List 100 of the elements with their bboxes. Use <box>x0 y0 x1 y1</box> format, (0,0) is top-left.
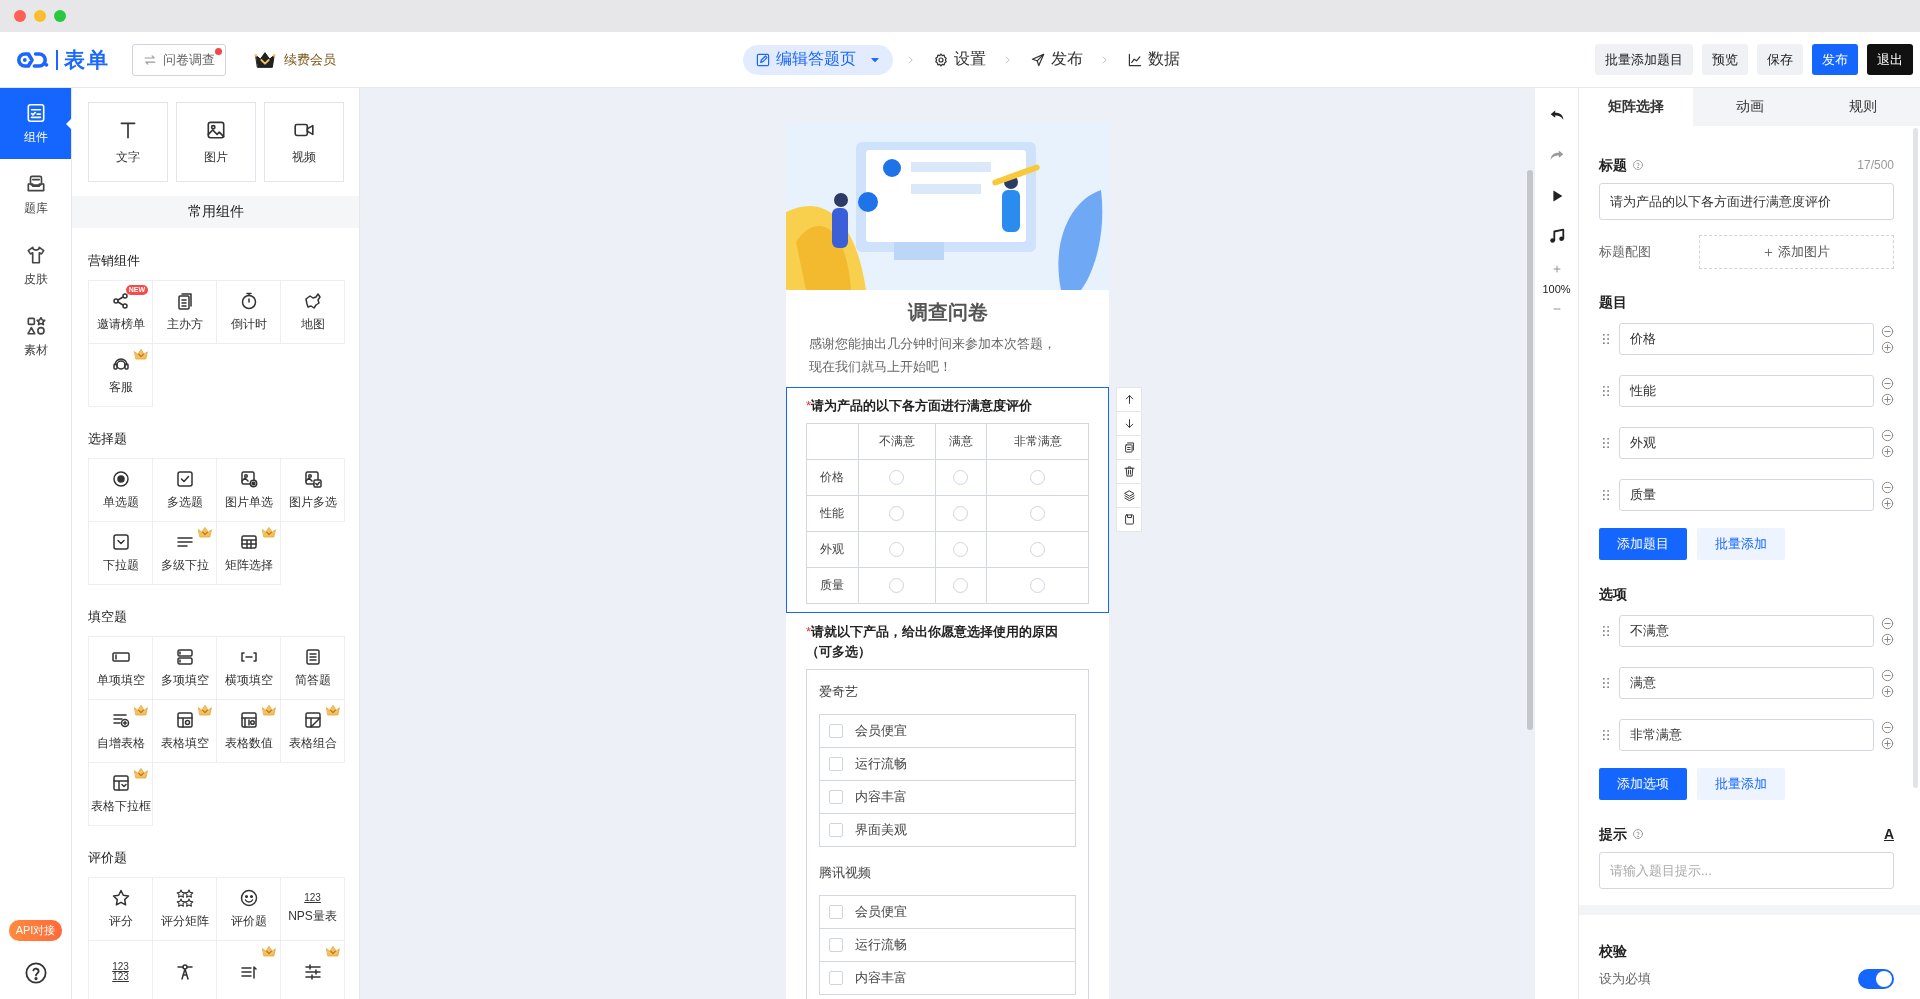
component-tile[interactable]: 简答题 <box>280 636 345 700</box>
close-button[interactable] <box>14 10 26 22</box>
toolbar-button[interactable]: 批量添加题目 <box>1595 44 1693 75</box>
step-tab[interactable]: 数据 <box>1123 44 1184 75</box>
batch-add-button[interactable]: 批量添加 <box>1697 768 1785 800</box>
checkbox-option[interactable]: 内容丰富 <box>820 961 1075 994</box>
table-icon <box>238 710 259 730</box>
component-tile[interactable]: 文字 <box>88 102 168 182</box>
checkbox[interactable] <box>829 823 843 837</box>
scrollbar[interactable] <box>1913 128 1918 788</box>
batch-add-button[interactable]: 批量添加 <box>1697 528 1785 560</box>
text-input[interactable]: 性能 <box>1619 375 1874 407</box>
table-icon <box>174 710 195 730</box>
question-card[interactable]: *请就以下产品，给出你愿意选择使用的原因（可多选） 爱奇艺 会员便宜 运行流畅 内容丰富 界面美观 腾讯视频 会员便宜 运行流畅 内容丰富 <box>786 613 1109 999</box>
component-tile[interactable]: 123 NPS量表 <box>280 877 345 941</box>
minus-circle-icon[interactable] <box>1881 376 1894 390</box>
toggle-label: 设为必填 <box>1599 970 1651 988</box>
checkbox[interactable] <box>829 724 843 738</box>
minus-circle-icon[interactable] <box>1881 428 1894 442</box>
tool-button[interactable] <box>1116 507 1142 532</box>
step-tab[interactable]: 设置 <box>929 44 990 75</box>
tool-button[interactable] <box>1116 387 1142 412</box>
tool-button[interactable] <box>1116 435 1142 460</box>
member-link[interactable]: 续费会员 <box>254 48 336 71</box>
step-tab[interactable]: 编辑答题页 <box>743 44 893 75</box>
checkbox-option[interactable]: 界面美观 <box>820 813 1075 846</box>
plus-circle-icon[interactable] <box>1881 632 1894 646</box>
plus-circle-icon[interactable] <box>1881 684 1894 698</box>
checkbox[interactable] <box>829 757 843 771</box>
component-tile[interactable]: 表格组合 <box>280 699 345 763</box>
plus-circle-icon[interactable] <box>1881 392 1894 406</box>
double-input-icon <box>174 647 195 667</box>
component-tile[interactable]: 下拉题 <box>88 521 153 585</box>
text-input[interactable]: 外观 <box>1619 427 1874 459</box>
add-button[interactable]: 添加选项 <box>1599 768 1687 800</box>
component-tile[interactable]: 矩阵选择 <box>216 521 281 585</box>
tool-button[interactable] <box>1116 483 1142 508</box>
component-tile[interactable]: 主办方 <box>152 280 217 344</box>
checkbox[interactable] <box>829 790 843 804</box>
rail-item[interactable]: 题库 <box>0 159 71 230</box>
rail-item[interactable]: 素材 <box>0 301 71 372</box>
rail-item[interactable]: 皮肤 <box>0 230 71 301</box>
plus-circle-icon[interactable] <box>1881 444 1894 458</box>
plus-circle-icon[interactable] <box>1881 496 1894 510</box>
zoom-button[interactable] <box>54 10 66 22</box>
send-icon <box>1030 51 1046 68</box>
toolbar-button[interactable]: 保存 <box>1757 44 1803 75</box>
component-tile[interactable]: 倒计时 <box>216 280 281 344</box>
text-format-button[interactable]: A <box>1883 824 1894 844</box>
rail-item[interactable]: 组件 <box>0 88 71 159</box>
mode-switch-button[interactable]: 问卷调查 <box>132 43 226 76</box>
add-image-button[interactable]: 添加图片 <box>1699 235 1894 269</box>
title-input[interactable]: 请为产品的以下各方面进行满意度评价 <box>1599 183 1894 220</box>
exit-button[interactable]: 退出 <box>1867 44 1913 75</box>
tool-button[interactable] <box>1116 411 1142 436</box>
component-tile[interactable]: 单选题 <box>88 458 153 522</box>
component-tile[interactable]: 单项填空 <box>88 636 153 700</box>
plus-circle-icon[interactable] <box>1881 736 1894 750</box>
checkbox-option[interactable]: 运行流畅 <box>820 928 1075 961</box>
minus-circle-icon[interactable] <box>1881 480 1894 494</box>
step-tab[interactable]: 发布 <box>1026 44 1087 75</box>
component-tile[interactable]: 表格下拉框 <box>88 762 153 826</box>
toolbar-button[interactable]: 预览 <box>1702 44 1748 75</box>
text-input[interactable]: 满意 <box>1619 667 1874 699</box>
music-icon[interactable] <box>1547 227 1566 245</box>
text-input[interactable]: 不满意 <box>1619 615 1874 647</box>
row-header: 外观 <box>806 531 859 568</box>
help-icon[interactable] <box>23 961 48 985</box>
checkbox[interactable] <box>829 905 843 919</box>
component-tile[interactable]: 图片 <box>176 102 256 182</box>
zoom-level: 100% <box>1542 282 1571 296</box>
component-tile[interactable]: 客服 <box>88 343 153 407</box>
checkbox-option[interactable]: 会员便宜 <box>820 715 1075 747</box>
panel-tab[interactable]: 矩阵选择 <box>1579 88 1693 126</box>
checkbox[interactable] <box>829 938 843 952</box>
text-input[interactable]: 价格 <box>1619 323 1874 355</box>
component-tile[interactable]: 视频 <box>264 102 344 182</box>
gear-icon <box>933 51 949 68</box>
publish-button[interactable]: 发布 <box>1812 44 1858 75</box>
component-tile[interactable]: 评分 <box>88 877 153 941</box>
tool-button[interactable] <box>1116 459 1142 484</box>
checkbox-option[interactable]: 运行流畅 <box>820 747 1075 780</box>
minus-circle-icon[interactable] <box>1881 324 1894 338</box>
text-input[interactable]: 质量 <box>1619 479 1874 511</box>
plus-circle-icon[interactable] <box>1881 340 1894 354</box>
toggle-switch[interactable] <box>1858 969 1894 989</box>
radio-icon <box>110 469 131 489</box>
add-button[interactable]: 添加题目 <box>1599 528 1687 560</box>
minus-circle-icon[interactable] <box>1881 668 1894 682</box>
checkbox-option[interactable]: 会员便宜 <box>820 896 1075 928</box>
component-tile[interactable]: 地图 <box>280 280 345 344</box>
panel-tab[interactable]: 动画 <box>1692 88 1807 126</box>
checkbox[interactable] <box>829 971 843 985</box>
panel-tab[interactable]: 规则 <box>1806 88 1920 126</box>
checkbox-option[interactable]: 内容丰富 <box>820 780 1075 813</box>
minus-circle-icon[interactable] <box>1881 616 1894 630</box>
component-tile[interactable]: 图片多选 <box>280 458 345 522</box>
minus-circle-icon[interactable] <box>1881 720 1894 734</box>
scrollbar[interactable] <box>1527 170 1533 730</box>
text-input[interactable]: 非常满意 <box>1619 719 1874 751</box>
